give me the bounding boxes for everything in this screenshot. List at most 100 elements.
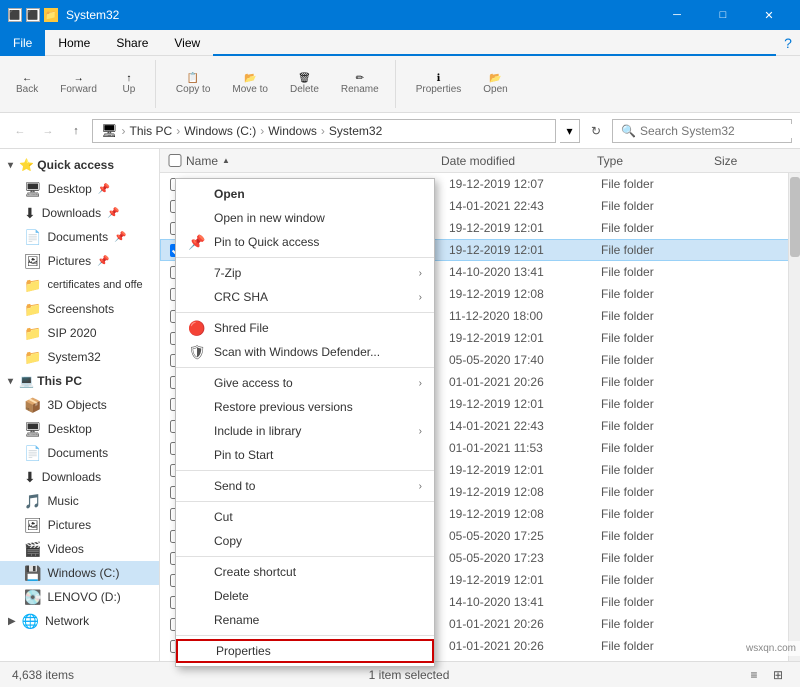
sidebar-downloads-pc-label: Downloads: [42, 470, 101, 484]
sidebar-item-docs-pc[interactable]: 📄 Documents: [0, 441, 159, 465]
sidebar-item-desktop-pc[interactable]: 🖥 Desktop: [0, 417, 159, 441]
details-view-btn[interactable]: ≡: [744, 665, 764, 685]
ctx-menu-item[interactable]: CRC SHA ›: [176, 285, 434, 309]
ribbon-open-btn[interactable]: 📂 Open: [475, 69, 515, 99]
sidebar-item-system32[interactable]: 📁 System32: [0, 345, 159, 369]
tab-home[interactable]: Home: [45, 30, 103, 56]
scrollbar-thumb[interactable]: [790, 177, 800, 257]
col-header-size[interactable]: Size: [714, 154, 792, 168]
search-icon: 🔍: [621, 124, 636, 138]
sidebar-item-screenshots[interactable]: 📁 Screenshots: [0, 297, 159, 321]
docs-pc-icon: 📄: [24, 445, 41, 462]
ctx-menu-item[interactable]: 🛡 Scan with Windows Defender...: [176, 340, 434, 364]
ctx-menu-item[interactable]: Restore previous versions: [176, 395, 434, 419]
ctx-menu-item[interactable]: 📌 Pin to Quick access: [176, 230, 434, 254]
path-system32[interactable]: System32: [329, 124, 382, 138]
up-button[interactable]: ↑: [64, 119, 88, 143]
pin-icon-4: 📌: [97, 256, 109, 267]
sidebar-item-downloads[interactable]: ⬇ Downloads 📌: [0, 201, 159, 225]
col-header-name[interactable]: Name ▲: [168, 154, 441, 168]
tab-view[interactable]: View: [161, 30, 213, 56]
maximize-button[interactable]: □: [700, 0, 746, 30]
sidebar-item-downloads-pc[interactable]: ⬇ Downloads: [0, 465, 159, 489]
search-input[interactable]: [640, 124, 795, 138]
ribbon-up-btn[interactable]: ↑ Up: [111, 69, 147, 99]
ribbon-back-btn[interactable]: ← Back: [8, 69, 46, 99]
ctx-menu-item[interactable]: 7-Zip ›: [176, 261, 434, 285]
col-header-type[interactable]: Type: [597, 154, 714, 168]
sidebar-item-lenovo-d[interactable]: 💽 LENOVO (D:): [0, 585, 159, 609]
ctx-item-left: Rename: [188, 613, 259, 627]
ctx-menu-item[interactable]: Include in library ›: [176, 419, 434, 443]
sidebar-desktop-pc-label: Desktop: [48, 422, 92, 436]
tab-share[interactable]: Share: [103, 30, 161, 56]
sidebar-item-pictures-pc[interactable]: 🖼 Pictures: [0, 513, 159, 537]
sidebar-music-label: Music: [47, 494, 78, 508]
ctx-menu-item[interactable]: Delete: [176, 584, 434, 608]
sidebar-item-pictures[interactable]: 🖼 Pictures 📌: [0, 249, 159, 273]
sidebar-item-3d[interactable]: 📦 3D Objects: [0, 393, 159, 417]
sidebar-item-documents[interactable]: 📄 Documents 📌: [0, 225, 159, 249]
forward-button[interactable]: →: [36, 119, 60, 143]
ctx-menu-item[interactable]: Open in new window: [176, 206, 434, 230]
ctx-menu-item[interactable]: Cut: [176, 505, 434, 529]
sidebar-documents-label: Documents: [47, 230, 108, 244]
sidebar-item-videos[interactable]: 🎬 Videos: [0, 537, 159, 561]
sidebar-item-windows-c[interactable]: 💾 Windows (C:): [0, 561, 159, 585]
ctx-item-left: Include in library: [188, 424, 301, 438]
titlebar-icon-1: ⬛: [8, 8, 22, 22]
search-box[interactable]: 🔍: [612, 119, 792, 143]
refresh-button[interactable]: ↻: [584, 119, 608, 143]
path-windows[interactable]: Windows (C:): [184, 124, 256, 138]
ctx-item-icon: 🛡: [188, 344, 206, 361]
ribbon-rename-btn[interactable]: ✏ Rename: [333, 69, 387, 99]
sidebar-this-pc-header[interactable]: ▾ 💻 This PC: [0, 369, 159, 393]
ctx-menu-item[interactable]: Copy: [176, 529, 434, 553]
path-windows-dir[interactable]: Windows: [268, 124, 317, 138]
tab-file[interactable]: File: [0, 30, 45, 56]
ctx-menu-item[interactable]: Give access to ›: [176, 371, 434, 395]
file-type: File folder: [601, 573, 715, 587]
file-type: File folder: [601, 485, 715, 499]
sidebar-item-certificates[interactable]: 📁 certificates and offe: [0, 273, 159, 297]
address-dropdown[interactable]: ▾: [560, 119, 580, 143]
file-type: File folder: [601, 463, 715, 477]
ctx-menu-item[interactable]: Send to ›: [176, 474, 434, 498]
minimize-button[interactable]: ─: [654, 0, 700, 30]
col-header-date[interactable]: Date modified: [441, 154, 597, 168]
sidebar-item-desktop[interactable]: 🖥 Desktop 📌: [0, 177, 159, 201]
help-button[interactable]: ?: [776, 30, 800, 56]
back-button[interactable]: ←: [8, 119, 32, 143]
sidebar-item-music[interactable]: 🎵 Music: [0, 489, 159, 513]
ctx-arrow-icon: ›: [419, 292, 422, 303]
address-bar: ← → ↑ 🖥 › This PC › Windows (C:) › Windo…: [0, 113, 800, 149]
file-list-header: Name ▲ Date modified Type Size: [160, 149, 800, 173]
file-date: 14-10-2020 13:41: [449, 595, 601, 609]
path-home-icon: 🖥: [101, 123, 118, 139]
tiles-view-btn[interactable]: ⊞: [768, 665, 788, 685]
ctx-menu-item[interactable]: Pin to Start: [176, 443, 434, 467]
file-date: 19-12-2019 12:01: [449, 331, 601, 345]
sidebar-sys32-label: System32: [47, 350, 100, 364]
sidebar-quick-access-header[interactable]: ▾ ⭐ Quick access: [0, 153, 159, 177]
sidebar-item-sip2020[interactable]: 📁 SIP 2020: [0, 321, 159, 345]
ribbon-forward-btn[interactable]: → Forward: [52, 69, 105, 99]
ribbon-properties-btn[interactable]: ℹ Properties: [408, 69, 470, 99]
path-this-pc[interactable]: This PC: [130, 124, 173, 138]
sidebar-videos-label: Videos: [47, 542, 83, 556]
ctx-menu-item[interactable]: Create shortcut: [176, 560, 434, 584]
pictures-icon: 🖼: [24, 253, 42, 270]
ribbon-copy-to-btn[interactable]: 📋 Copy to: [168, 69, 218, 99]
sidebar-item-network[interactable]: ▶ 🌐 Network: [0, 609, 159, 633]
address-path[interactable]: 🖥 › This PC › Windows (C:) › Windows › S…: [92, 119, 556, 143]
ribbon-move-to-btn[interactable]: 📂 Move to: [224, 69, 276, 99]
close-button[interactable]: ✕: [746, 0, 792, 30]
ctx-menu-item[interactable]: Properties: [176, 639, 434, 663]
ctx-menu-item[interactable]: Open: [176, 182, 434, 206]
ctx-menu-item[interactable]: Rename: [176, 608, 434, 632]
scrollbar-track[interactable]: [788, 173, 800, 661]
ctx-separator: [176, 367, 434, 368]
ctx-menu-item[interactable]: 🔴 Shred File: [176, 316, 434, 340]
select-all-checkbox[interactable]: [168, 154, 182, 167]
ribbon-delete-btn[interactable]: 🗑 Delete: [282, 69, 327, 99]
